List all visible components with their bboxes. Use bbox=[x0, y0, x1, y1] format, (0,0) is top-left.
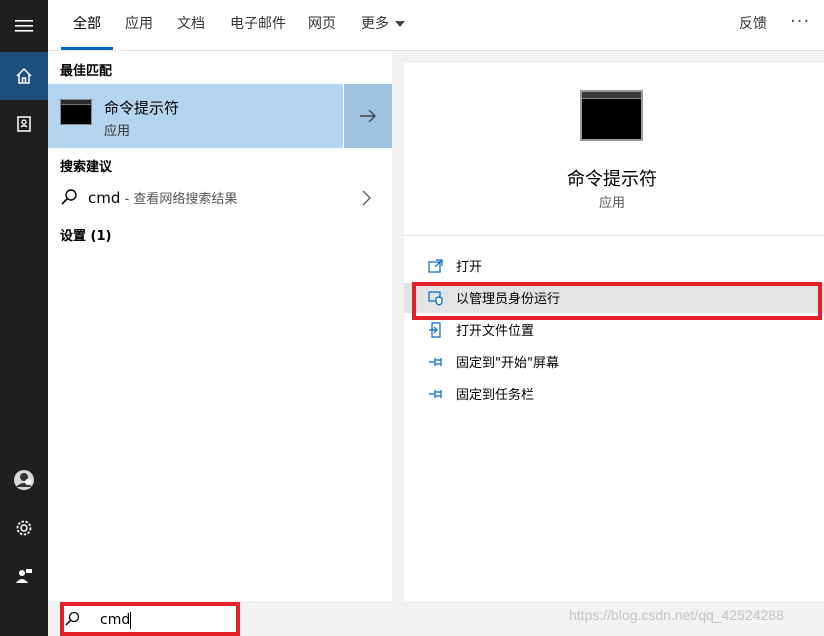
best-match-heading: 最佳匹配 bbox=[60, 64, 113, 79]
left-rail bbox=[0, 0, 48, 636]
best-match-name: 命令提示符 bbox=[104, 99, 180, 117]
detail-app-name: 命令提示符 bbox=[567, 169, 657, 190]
gear-icon bbox=[16, 520, 32, 536]
detail-divider bbox=[404, 235, 824, 236]
detail-app-type: 应用 bbox=[598, 196, 625, 211]
tab-all[interactable]: 全部 bbox=[61, 0, 113, 50]
filter-tab-bar: 全部 应用 文档 电子邮件 网页 更多 反馈 ··· bbox=[48, 0, 824, 51]
suggestion-hint: - 查看网络搜索结果 bbox=[120, 192, 238, 207]
chevron-right-icon bbox=[362, 190, 371, 206]
best-match-type: 应用 bbox=[104, 124, 131, 139]
chevron-down-icon bbox=[395, 21, 405, 27]
action-pin-to-taskbar[interactable]: 固定到任务栏 bbox=[404, 379, 824, 409]
feedback-link[interactable]: 反馈 bbox=[739, 0, 767, 50]
web-suggestion-item[interactable]: cmd - 查看网络搜索结果 bbox=[48, 182, 392, 214]
home-button[interactable] bbox=[0, 52, 48, 100]
watermark: https://blog.csdn.net/qq_42524288 bbox=[569, 607, 784, 623]
search-box bbox=[62, 605, 238, 633]
tab-email[interactable]: 电子邮件 bbox=[228, 0, 288, 50]
tab-more[interactable]: 更多 bbox=[360, 0, 406, 50]
feedback-hub-button[interactable] bbox=[0, 552, 48, 600]
tab-apps[interactable]: 应用 bbox=[123, 0, 155, 50]
notebook-icon bbox=[17, 116, 31, 132]
best-match-expand-button[interactable] bbox=[344, 84, 392, 148]
settings-button[interactable] bbox=[0, 504, 48, 552]
best-match-item[interactable]: 命令提示符 应用 bbox=[48, 84, 343, 148]
action-run-as-admin[interactable]: 以管理员身份运行 bbox=[404, 283, 824, 313]
results-panel: 最佳匹配 命令提示符 应用 搜索建议 cmd - 查看网络搜索结果 设置 (1) bbox=[48, 51, 392, 601]
detail-panel: 命令提示符 应用 打开 以管理员身份运行 打开文件位置 固定到"开始"屏幕 固定… bbox=[404, 63, 824, 601]
menu-button[interactable] bbox=[0, 2, 48, 50]
command-prompt-icon bbox=[60, 99, 92, 125]
tab-documents[interactable]: 文档 bbox=[175, 0, 207, 50]
notebook-button[interactable] bbox=[0, 100, 48, 148]
action-open-file-location[interactable]: 打开文件位置 bbox=[404, 315, 824, 345]
home-icon bbox=[16, 67, 32, 84]
pin-icon bbox=[429, 390, 442, 398]
command-prompt-large-icon bbox=[580, 90, 643, 141]
folder-icon bbox=[429, 322, 441, 338]
settings-heading[interactable]: 设置 (1) bbox=[60, 225, 111, 244]
action-pin-to-start[interactable]: 固定到"开始"屏幕 bbox=[404, 347, 824, 377]
suggestion-query: cmd bbox=[88, 189, 121, 207]
open-icon bbox=[428, 259, 443, 273]
search-input[interactable] bbox=[100, 610, 220, 630]
menu-icon bbox=[15, 20, 33, 32]
pin-icon bbox=[429, 358, 442, 366]
search-icon bbox=[61, 189, 77, 205]
action-open[interactable]: 打开 bbox=[404, 251, 824, 281]
shield-icon bbox=[428, 291, 443, 306]
text-cursor bbox=[130, 612, 131, 629]
search-suggestions-heading: 搜索建议 bbox=[60, 160, 113, 175]
account-button[interactable] bbox=[0, 456, 48, 504]
person-feedback-icon bbox=[16, 569, 32, 583]
search-icon bbox=[65, 611, 80, 626]
tab-web[interactable]: 网页 bbox=[306, 0, 338, 50]
more-options-button[interactable]: ··· bbox=[790, 0, 810, 50]
avatar bbox=[14, 470, 34, 490]
arrow-right-icon bbox=[360, 109, 376, 123]
